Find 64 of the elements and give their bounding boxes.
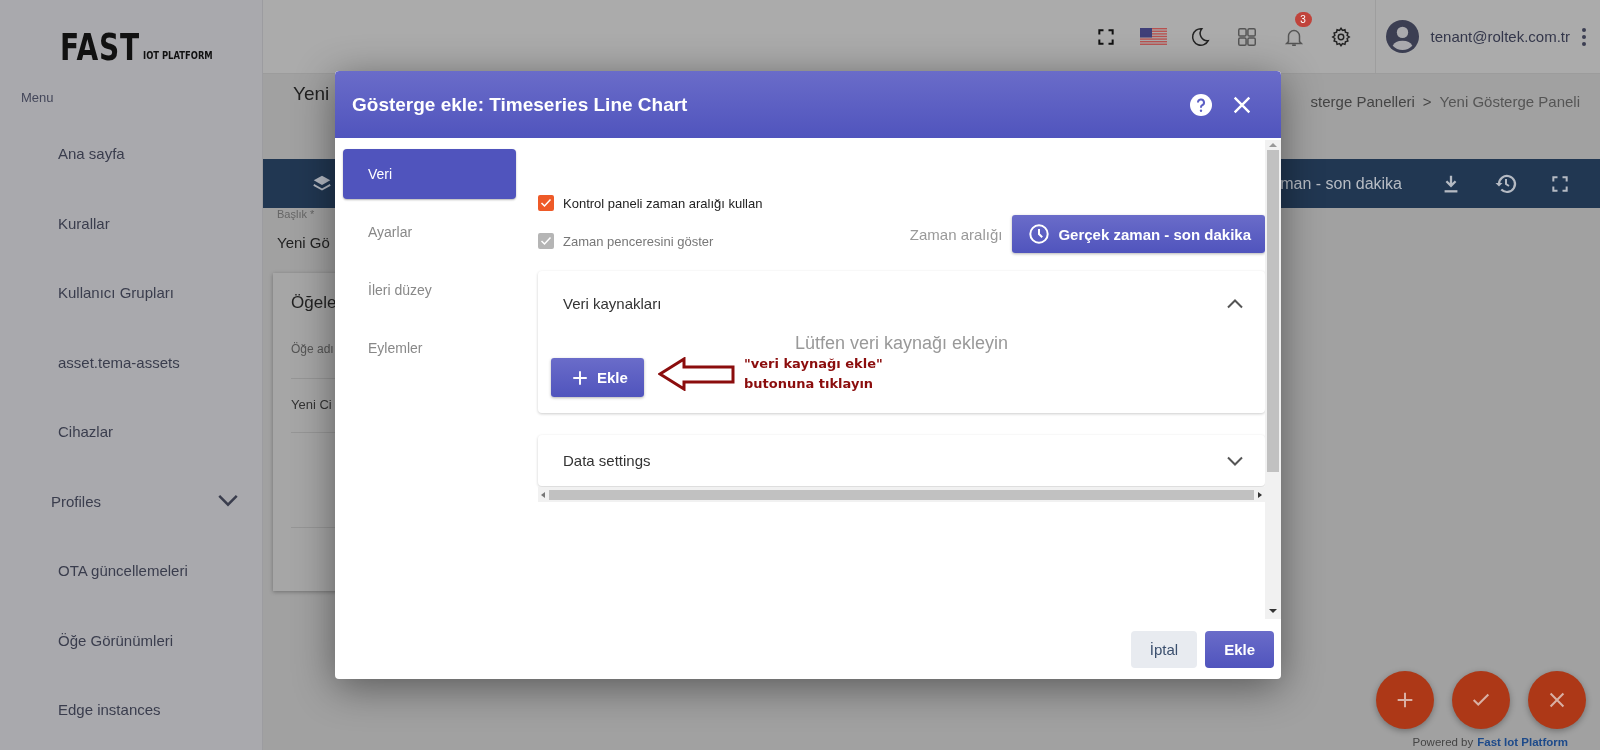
scroll-left-icon[interactable] xyxy=(541,491,545,498)
panel-title[interactable]: Veri kaynakları xyxy=(563,294,662,312)
notification-badge: 3 xyxy=(1294,11,1312,27)
sidebar-item[interactable]: OTA güncellemeleri xyxy=(0,536,262,606)
fullscreen-icon xyxy=(1096,26,1117,47)
breadcrumb-separator: > xyxy=(1422,93,1432,110)
checkbox-label: Kontrol paneli zaman aralığı kullan xyxy=(563,195,763,211)
logo-title: FAST xyxy=(60,31,140,64)
chevron-icon xyxy=(218,494,238,507)
user-email: tenant@roltek.com.tr xyxy=(1430,28,1570,45)
page-title: Yeni xyxy=(293,83,330,105)
footer-link[interactable]: Fast Iot Platform xyxy=(1477,736,1568,748)
field-label: Başlık * xyxy=(277,208,316,220)
cancel-button[interactable]: İptal xyxy=(1130,630,1198,668)
annotation-text: "veri kaynağı ekle" xyxy=(744,355,883,373)
vertical-scrollbar[interactable] xyxy=(1265,140,1281,619)
scroll-down-icon[interactable] xyxy=(1269,609,1277,613)
timewindow-text[interactable]: man - son dakika xyxy=(1280,174,1402,193)
dialog-tab[interactable]: Veri xyxy=(343,149,516,199)
sidebar-item[interactable]: Kullanıcı Grupları xyxy=(0,258,262,328)
horizontal-scrollbar[interactable] xyxy=(538,487,1265,502)
scroll-right-icon[interactable] xyxy=(1258,491,1262,498)
more-icon[interactable] xyxy=(1582,27,1586,46)
timewindow-label: Zaman aralığı xyxy=(909,225,1003,243)
flag-icon[interactable] xyxy=(1139,27,1167,46)
add-button[interactable]: Ekle xyxy=(1205,630,1274,668)
sidebar-item[interactable]: Kurallar xyxy=(0,188,262,258)
checkbox[interactable] xyxy=(538,195,554,211)
avatar-icon xyxy=(1385,20,1419,53)
help-button[interactable] xyxy=(1189,92,1213,117)
settings-icon xyxy=(1330,25,1353,48)
breadcrumb-link[interactable]: sterge Panelleri xyxy=(1310,93,1415,110)
sidebar-group-label: Profiles xyxy=(51,492,102,510)
help-icon xyxy=(1189,92,1213,117)
logo-subtitle: IOT PLATFORM xyxy=(143,49,214,62)
check-icon xyxy=(540,235,552,247)
moon-icon xyxy=(1189,25,1212,48)
sidebar-item[interactable]: Cihazlar xyxy=(0,397,262,467)
grid-icon xyxy=(1236,25,1259,48)
add-button[interactable]: Ekle xyxy=(551,358,644,397)
breadcrumb-current: Yeni Gösterge Paneli xyxy=(1439,93,1580,110)
sidebar-item[interactable]: Edge instances xyxy=(0,675,262,745)
annotation-text: butonuna tıklayın xyxy=(744,375,875,393)
panel-title[interactable]: Data settings xyxy=(563,452,651,469)
chevron-icon xyxy=(1227,456,1243,466)
sidebar-item[interactable]: Ana sayfa xyxy=(0,119,262,189)
powered-by-text: Powered by xyxy=(1412,736,1474,748)
sidebar-item[interactable]: asset.tema-assets xyxy=(0,327,262,397)
check-icon xyxy=(540,197,552,209)
menu-heading: Menu xyxy=(21,90,55,105)
clock-icon xyxy=(1028,223,1051,245)
plus-icon xyxy=(571,368,589,387)
checkbox-label: Zaman penceresini göster xyxy=(563,233,714,249)
dialog-tab[interactable]: Ayarlar xyxy=(343,207,516,257)
empty-message: Lütfen veri kaynağı ekleyin xyxy=(793,333,1010,354)
scroll-up-icon[interactable] xyxy=(1269,143,1277,147)
card-title: Öğele xyxy=(291,293,338,313)
sidebar-item[interactable]: Öğe Görünümleri xyxy=(0,605,262,675)
dialog-title: Gösterge ekle: Timeseries Line Chart xyxy=(352,93,688,116)
timewindow-button[interactable]: Gerçek zaman - son dakika xyxy=(1012,215,1265,253)
sidebar-group[interactable]: Profiles xyxy=(0,466,262,536)
dialog-tab[interactable]: İleri düzey xyxy=(343,265,516,315)
chevron-icon xyxy=(1227,298,1243,309)
fullscreen-icon xyxy=(1550,173,1570,194)
